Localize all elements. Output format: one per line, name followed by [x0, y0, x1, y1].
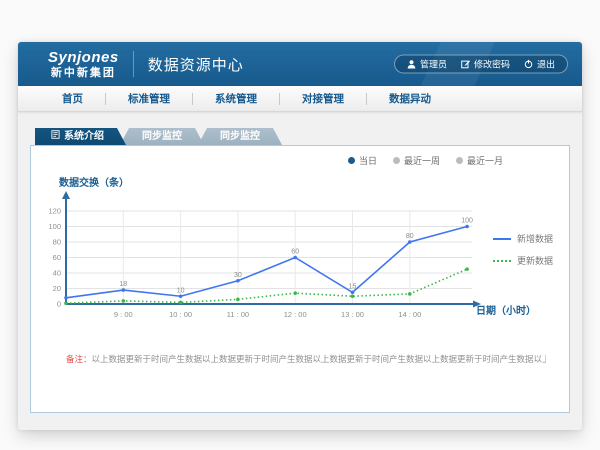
x-axis-title: 日期（小时）	[476, 302, 536, 317]
svg-text:13 : 00: 13 : 00	[341, 310, 364, 319]
svg-text:10 : 00: 10 : 00	[169, 310, 192, 319]
user-menu: 管理员 修改密码 退出	[394, 55, 568, 74]
tab-system-intro[interactable]: 系统介绍	[35, 128, 126, 145]
tab-sync-monitor-2[interactable]: 同步监控	[198, 128, 282, 145]
svg-text:60: 60	[291, 249, 299, 256]
svg-text:80: 80	[53, 238, 61, 247]
radio-dot	[456, 157, 463, 164]
line-chart: 0 20 40 60 80 100 120 9 : 00 10 : 00 11 : 00 12 : …	[36, 186, 491, 326]
footnote-prefix: 备注：	[66, 354, 92, 364]
logo-brand: Synjones	[48, 50, 119, 65]
time-range-group: 当日 最近一周 最近一月	[348, 154, 503, 167]
tab-label: 系统介绍	[64, 128, 104, 145]
user-menu-label: 修改密码	[474, 58, 510, 71]
svg-text:14 : 00: 14 : 00	[398, 310, 421, 319]
svg-text:20: 20	[53, 284, 61, 293]
edit-icon	[461, 60, 470, 69]
logout-button[interactable]: 退出	[524, 58, 555, 71]
user-menu-label: 退出	[537, 58, 555, 71]
nav-item-standard-mgmt[interactable]: 标准管理	[106, 91, 192, 106]
svg-text:30: 30	[234, 272, 242, 279]
tab-bar: 系统介绍 同步监控 同步监控	[35, 128, 582, 145]
svg-text:10: 10	[177, 287, 185, 294]
footnote: 备注：以上数据更新于时间产生数据以上数据更新于时间产生数据以上数据更新于时间产生…	[66, 353, 546, 365]
svg-text:15: 15	[349, 283, 357, 290]
radio-today[interactable]: 当日	[348, 154, 377, 167]
chart-legend: 新增数据 更新数据	[493, 232, 553, 267]
user-icon	[407, 60, 416, 69]
logo-company: 新中新集团	[48, 68, 119, 79]
tab-label: 同步监控	[220, 128, 260, 145]
radio-label: 最近一周	[404, 154, 440, 167]
logo: Synjones 新中新集团	[48, 50, 119, 79]
radio-dot	[393, 157, 400, 164]
svg-text:11 : 00: 11 : 00	[227, 310, 249, 319]
svg-text:120: 120	[48, 207, 61, 216]
svg-text:100: 100	[461, 218, 473, 225]
nav-item-home[interactable]: 首页	[40, 91, 105, 106]
nav-item-system-mgmt[interactable]: 系统管理	[193, 91, 279, 106]
legend-label: 更新数据	[517, 254, 553, 267]
svg-text:0: 0	[57, 300, 61, 309]
svg-text:40: 40	[53, 269, 61, 278]
page: Synjones 新中新集团 数据资源中心 管理员 修改密码	[0, 0, 600, 450]
radio-last-month[interactable]: 最近一月	[456, 154, 503, 167]
legend-new-data[interactable]: 新增数据	[493, 232, 553, 245]
nav-item-data-change[interactable]: 数据异动	[367, 91, 453, 106]
svg-text:9 : 00: 9 : 00	[114, 310, 133, 319]
page-title: 数据资源中心	[148, 54, 244, 75]
svg-text:100: 100	[48, 222, 61, 231]
tab-sync-monitor-1[interactable]: 同步监控	[120, 128, 204, 145]
tab-label: 同步监控	[142, 128, 182, 145]
main-nav: 首页 标准管理 系统管理 对接管理 数据异动	[18, 86, 582, 112]
svg-text:60: 60	[53, 253, 61, 262]
power-icon	[524, 60, 533, 69]
svg-text:80: 80	[406, 233, 414, 240]
svg-text:12 : 00: 12 : 00	[284, 310, 307, 319]
app-header: Synjones 新中新集团 数据资源中心 管理员 修改密码	[18, 42, 582, 86]
radio-label: 当日	[359, 154, 377, 167]
dotted-line-swatch-icon	[493, 260, 511, 262]
solid-line-swatch-icon	[493, 238, 511, 240]
user-menu-label: 管理员	[420, 58, 447, 71]
legend-updated-data[interactable]: 更新数据	[493, 254, 553, 267]
change-password-button[interactable]: 修改密码	[461, 58, 510, 71]
app-window: Synjones 新中新集团 数据资源中心 管理员 修改密码	[18, 42, 582, 430]
legend-label: 新增数据	[517, 232, 553, 245]
header-divider	[133, 51, 134, 77]
footnote-text: 以上数据更新于时间产生数据以上数据更新于时间产生数据以上数据更新于时间产生数据以…	[92, 354, 546, 364]
content-panel: 当日 最近一周 最近一月 数据交换（条） 0204060801001209 : …	[30, 145, 570, 413]
current-user-button[interactable]: 管理员	[407, 58, 447, 71]
nav-item-interface-mgmt[interactable]: 对接管理	[280, 91, 366, 106]
radio-last-week[interactable]: 最近一周	[393, 154, 440, 167]
radio-dot	[348, 157, 355, 164]
svg-text:18: 18	[119, 281, 127, 288]
document-icon	[51, 128, 60, 145]
radio-label: 最近一月	[467, 154, 503, 167]
